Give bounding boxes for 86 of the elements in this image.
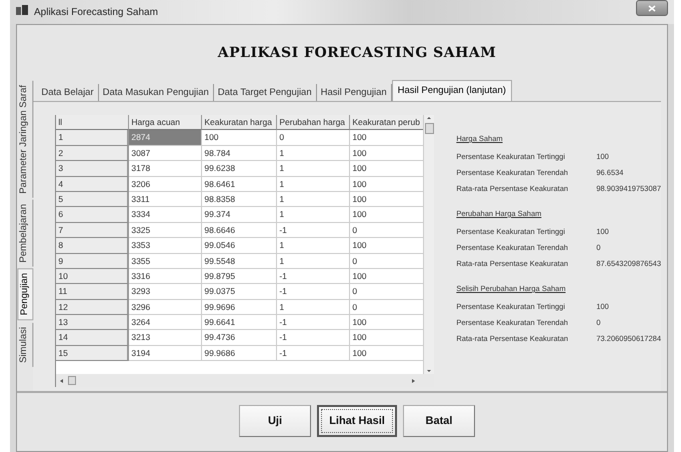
close-icon [648, 4, 656, 12]
table-cell: -1 [277, 315, 350, 330]
row-header: 8 [56, 238, 130, 254]
table-cell: 3311 [129, 192, 202, 208]
row-header: 9 [56, 254, 130, 269]
table-cell: 0 [350, 300, 424, 316]
table-cell: -1 [277, 222, 350, 238]
table-cell: 1 [277, 146, 350, 162]
table-cell: 99.6238 [202, 161, 278, 177]
column-header: ll [56, 115, 130, 130]
column-header: Perubahan harga [277, 115, 350, 130]
table-cell: 98.6646 [202, 222, 278, 238]
table-cell: 3334 [129, 207, 202, 223]
scroll-thumb[interactable] [424, 123, 434, 134]
table-cell: 3296 [129, 300, 202, 316]
scroll-up-icon[interactable] [426, 115, 432, 121]
row-header: 4 [56, 176, 130, 192]
table-cell: 3087 [129, 146, 202, 162]
row-header: 11 [56, 284, 130, 300]
table-cell: 3264 [129, 315, 202, 330]
app-icon [16, 5, 29, 16]
table-cell: 100 [350, 176, 424, 192]
table-cell: 3353 [129, 238, 202, 254]
action-button[interactable]: Lihat Hasil [317, 405, 397, 437]
table-cell: -1 [277, 268, 350, 284]
row-header: 1 [56, 130, 130, 146]
row-header: 10 [56, 268, 130, 284]
row-header: 12 [56, 300, 130, 316]
table-cell: 99.374 [202, 207, 278, 223]
close-button[interactable] [636, 0, 668, 16]
tab[interactable]: Hasil Pengujian (lanjutan) [392, 80, 512, 101]
table-cell: 3178 [129, 161, 202, 177]
table-cell: 0 [350, 254, 424, 269]
table-cell: 1 [277, 254, 350, 269]
row-header: 6 [56, 207, 130, 223]
side-tab[interactable]: Pengujian [17, 268, 34, 321]
table-cell: 99.6641 [202, 315, 278, 330]
table-cell: -1 [277, 346, 350, 362]
table-cell: 99.0375 [202, 284, 278, 300]
window-title: Aplikasi Forecasting Saham [34, 6, 158, 18]
action-button[interactable]: Uji [239, 405, 311, 437]
table-cell: 3213 [129, 330, 202, 346]
table-cell: 99.9686 [202, 346, 278, 362]
table-cell: 1 [277, 300, 350, 316]
app-heading: APLIKASI FORECASTING SAHAM [216, 45, 496, 61]
table-cell: 2874 [129, 130, 202, 146]
table-cell: 99.9696 [202, 300, 278, 316]
table-cell: 98.8358 [202, 192, 278, 208]
table-cell: 3316 [129, 268, 202, 284]
table-cell: 99.5548 [202, 254, 278, 269]
table-cell: 100 [202, 130, 278, 146]
table-cell: 3194 [129, 346, 202, 362]
action-button[interactable]: Batal [403, 405, 475, 437]
column-header: Keakuratan harga [202, 115, 278, 130]
column-header: Keakuratan perub [350, 115, 424, 130]
table-cell: -1 [277, 330, 350, 346]
row-header: 3 [56, 161, 130, 177]
row-header: 7 [56, 222, 130, 238]
table-cell: 99.8795 [202, 268, 278, 284]
scroll-down-icon[interactable] [426, 368, 432, 374]
table-cell: 1 [277, 192, 350, 208]
row-header: 2 [56, 146, 130, 162]
table-cell: 0 [350, 222, 424, 238]
table-cell: 98.784 [202, 146, 278, 162]
table-cell: 3293 [129, 284, 202, 300]
scroll-right-icon[interactable] [411, 378, 416, 384]
table-cell: 98.6461 [202, 176, 278, 192]
scroll-left-icon[interactable] [59, 378, 64, 384]
row-header: 14 [56, 330, 130, 346]
row-header: 5 [56, 192, 130, 208]
table-cell: 1 [277, 161, 350, 177]
table-cell: 1 [277, 207, 350, 223]
row-header: 15 [56, 346, 130, 362]
table-cell: 99.0546 [202, 238, 278, 254]
table-cell: 1 [277, 176, 350, 192]
table-cell: 3325 [129, 222, 202, 238]
column-header: Harga acuan [129, 115, 202, 130]
table-cell: -1 [277, 284, 350, 300]
table-cell: 1 [277, 238, 350, 254]
table-cell: 3355 [129, 254, 202, 269]
row-header: 13 [56, 315, 130, 330]
vertical-scrollbar[interactable] [423, 115, 434, 374]
table-cell: 3206 [129, 176, 202, 192]
table-cell: 99.4736 [202, 330, 278, 346]
scroll-thumb[interactable] [68, 376, 76, 385]
table-cell: 0 [277, 130, 350, 146]
